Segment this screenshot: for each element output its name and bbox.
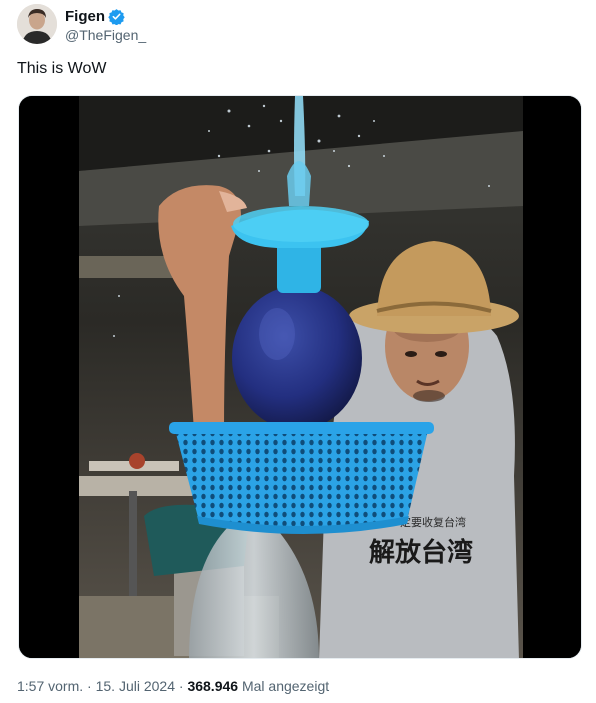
view-count: 368.946 <box>187 678 239 694</box>
blue-basket <box>174 426 429 529</box>
tweet-meta: 1:57 vorm. · 15. Juli 2024 · 368.946 Mal… <box>17 678 329 694</box>
tweet-video[interactable]: 一定要收复台湾 解放台湾 <box>18 95 582 659</box>
tweet-time[interactable]: 1:57 vorm. <box>17 678 83 694</box>
shirt-text-main: 解放台湾 <box>369 537 473 568</box>
water-balloon <box>232 286 362 430</box>
verified-badge-icon <box>108 8 125 25</box>
tweet-date[interactable]: 15. Juli 2024 <box>96 678 175 694</box>
author-block: Figen @TheFigen_ <box>65 6 146 44</box>
tweet-text: This is WoW <box>17 60 107 77</box>
meta-separator: · <box>178 678 184 694</box>
author-name[interactable]: Figen <box>65 8 105 25</box>
tweet-header: Figen @TheFigen_ <box>17 4 577 46</box>
author-handle[interactable]: @TheFigen_ <box>65 27 146 43</box>
views-label: Mal angezeigt <box>241 678 330 694</box>
avatar[interactable] <box>17 4 57 44</box>
meta-separator: · <box>87 678 92 694</box>
